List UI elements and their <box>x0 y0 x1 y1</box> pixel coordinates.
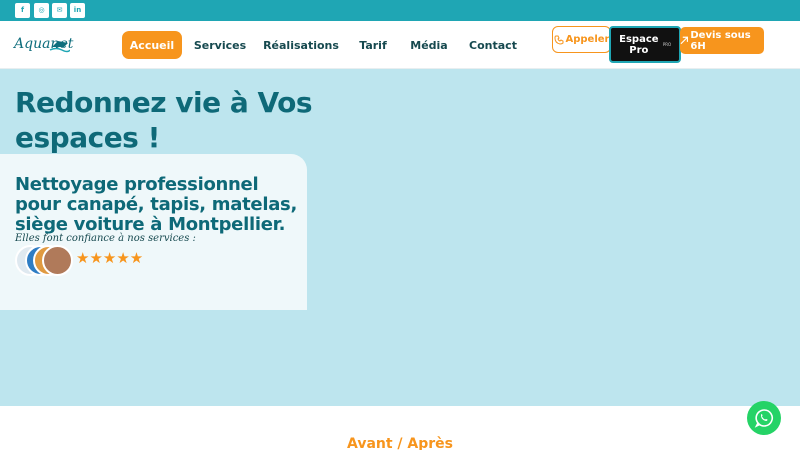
whatsapp-icon <box>754 409 773 428</box>
brand-logo[interactable]: Aquanet <box>14 30 74 60</box>
trust-text: Elles font confiance à nos services : <box>15 233 196 244</box>
hero-subtitle: Nettoyage professionnel pour canapé, tap… <box>15 174 297 235</box>
call-button[interactable]: Appeler <box>552 26 611 53</box>
hero-title: Redonnez vie à Vos espaces ! <box>15 86 313 154</box>
whatsapp-button[interactable] <box>747 401 781 435</box>
top-social-bar: f ◎ ✉ in <box>0 0 800 21</box>
facebook-icon[interactable]: f <box>15 3 30 18</box>
client-avatars <box>15 245 77 277</box>
devis-button[interactable]: Devis sous 6H <box>680 27 764 54</box>
hero-card: Nettoyage professionnel pour canapé, tap… <box>0 154 307 310</box>
nav-accueil[interactable]: Accueil <box>122 31 182 59</box>
pro-badge: PRO <box>662 42 672 47</box>
avatar <box>42 245 73 276</box>
arrow-up-right-icon <box>680 36 689 45</box>
instagram-icon[interactable]: ◎ <box>34 3 49 18</box>
espace-pro-label: Espace Pro <box>619 33 659 56</box>
nav-media[interactable]: Média <box>408 31 450 59</box>
devis-label: Devis sous 6H <box>690 29 751 52</box>
rating-stars: ★★★★★ <box>76 249 144 267</box>
section-title: Avant / Après <box>346 436 454 450</box>
hero-section: Redonnez vie à Vos espaces ! Nettoyage p… <box>0 69 800 406</box>
linkedin-icon[interactable]: in <box>70 3 85 18</box>
nav-tarif[interactable]: Tarif <box>356 31 390 59</box>
call-label: Appeler <box>565 34 610 45</box>
nav-services[interactable]: Services <box>193 31 247 59</box>
nav-realisations[interactable]: Réalisations <box>263 31 339 59</box>
email-icon[interactable]: ✉ <box>52 3 67 18</box>
logo-text: Aquanet <box>14 36 74 52</box>
site-header: Aquanet Accueil Services Réalisations Ta… <box>0 21 800 69</box>
nav-contact[interactable]: Contact <box>469 31 517 59</box>
espace-pro-button[interactable]: Espace Pro PRO <box>609 26 681 63</box>
phone-icon <box>553 35 563 45</box>
